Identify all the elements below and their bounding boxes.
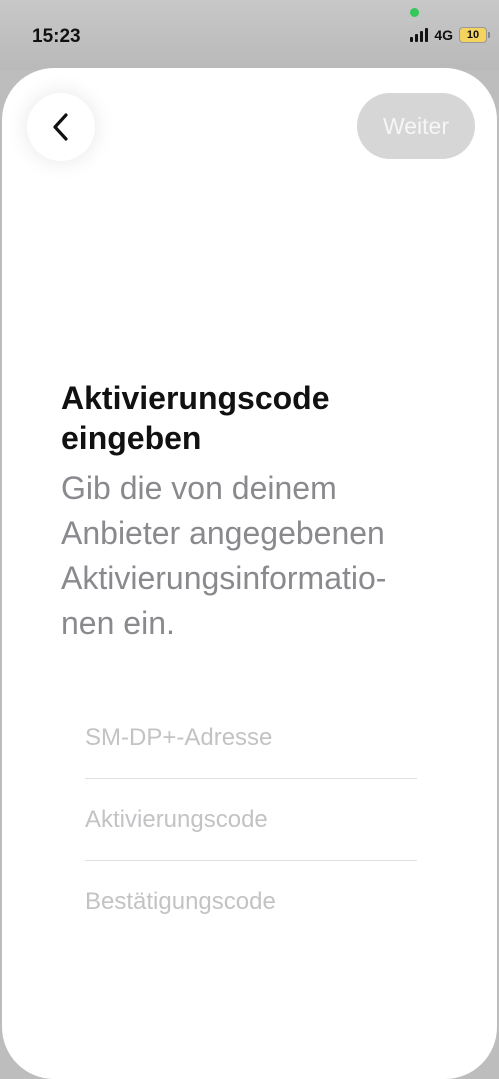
status-time: 15:23 bbox=[32, 26, 81, 47]
smdp-address-field[interactable]: SM-DP+-Adresse bbox=[85, 697, 417, 779]
confirmation-code-field[interactable]: Bestätigungscode bbox=[85, 861, 417, 943]
privacy-indicator-icon bbox=[410, 8, 419, 17]
activation-code-field[interactable]: Aktivierungscode bbox=[85, 779, 417, 861]
battery-icon: 10 bbox=[459, 27, 490, 43]
signal-icon bbox=[410, 28, 429, 42]
status-bar: 15:23 4G 10 bbox=[0, 0, 499, 70]
activation-sheet: Weiter Aktivierungscode eingeben Gib die… bbox=[2, 68, 497, 1079]
network-label: 4G bbox=[434, 27, 453, 43]
status-indicators: 4G 10 bbox=[410, 27, 490, 43]
battery-level: 10 bbox=[466, 29, 480, 41]
back-button[interactable] bbox=[27, 93, 95, 161]
page-title: Aktivierungscode eingeben bbox=[61, 380, 330, 456]
chevron-left-icon bbox=[53, 113, 68, 141]
page-description: Gib die von deinem Anbieter angegebenen … bbox=[61, 470, 387, 641]
next-button[interactable]: Weiter bbox=[357, 93, 475, 159]
